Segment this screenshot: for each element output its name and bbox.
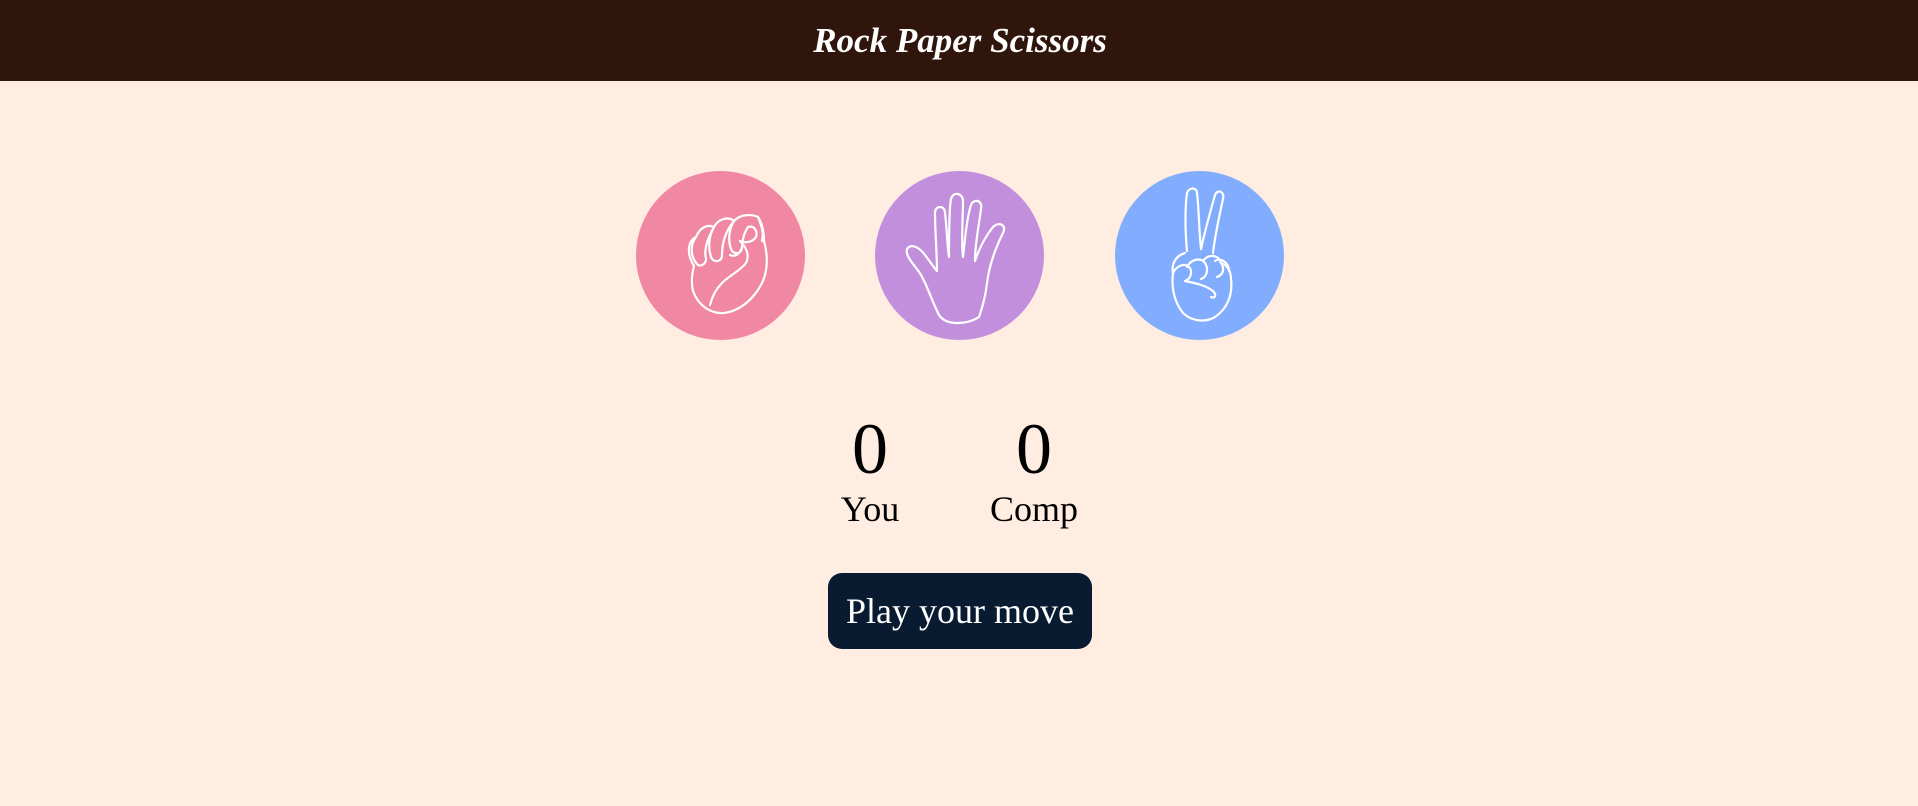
comp-score-panel: 0 Comp (954, 410, 1114, 529)
rock-choice-button[interactable] (636, 171, 805, 340)
comp-score-label: Comp (989, 489, 1078, 529)
fist-icon (687, 214, 768, 315)
paper-choice-button[interactable] (875, 171, 1044, 340)
scissors-choice-button[interactable] (1115, 171, 1284, 340)
user-score-label: You (840, 489, 900, 529)
comp-score-value: 0 (1016, 409, 1052, 489)
page-title: Rock Paper Scissors (813, 20, 1107, 60)
choices-row (0, 171, 1918, 340)
scoreboard: 0 You 0 Comp (0, 410, 1918, 540)
open-hand-icon (905, 192, 1006, 325)
app-header: Rock Paper Scissors (0, 0, 1918, 81)
user-score-value: 0 (852, 409, 888, 489)
status-message: Play your move (828, 573, 1092, 649)
user-score-panel: 0 You (790, 410, 950, 529)
peace-hand-icon (1171, 187, 1233, 322)
